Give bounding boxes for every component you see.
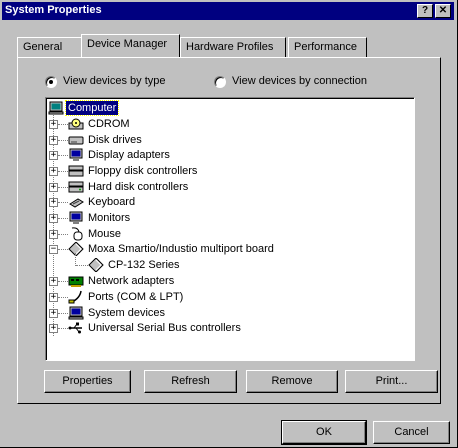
tab-device-manager-label: Device Manager <box>87 38 168 50</box>
tree-label-monitors: Monitors <box>88 212 131 224</box>
multiport-board-icon <box>68 242 84 256</box>
print-button[interactable]: Print... <box>345 370 438 393</box>
multiport-board-icon <box>88 258 104 272</box>
tab-performance-label: Performance <box>294 41 357 53</box>
tree-item-monitors[interactable]: + Monitors <box>46 211 406 226</box>
usb-icon <box>68 322 82 334</box>
tree-label-system-devices: System devices <box>88 307 166 319</box>
radio-unselected-indicator <box>214 76 226 88</box>
expand-mouse[interactable]: + <box>49 230 58 239</box>
title-bar[interactable]: System Properties ? ✕ <box>2 2 454 20</box>
network-adapter-icon <box>68 276 84 287</box>
collapse-moxa-multiport-board[interactable]: − <box>49 245 58 254</box>
tree-label-display-adapters: Display adapters <box>88 149 170 161</box>
tree-label-network-adapters: Network adapters <box>88 275 175 287</box>
view-by-connection-label: View devices by connection <box>232 75 367 87</box>
view-by-type-radio[interactable]: View devices by type <box>45 75 185 90</box>
tree-item-keyboard[interactable]: + Keyboard <box>46 195 406 210</box>
tree-label-ports: Ports (COM & LPT) <box>88 291 184 303</box>
port-icon <box>68 290 82 304</box>
cdrom-icon <box>68 118 84 130</box>
tree-item-network-adapters[interactable]: + Network adapters <box>46 274 406 289</box>
tree-item-mouse[interactable]: + Mouse <box>46 227 406 242</box>
tree-label-disk-drives: Disk drives <box>88 134 142 146</box>
view-by-connection-radio[interactable]: View devices by connection <box>214 75 394 90</box>
tree-item-moxa-multiport-board[interactable]: − Moxa Smartio/Industio multiport board <box>46 242 406 257</box>
expand-display-adapters[interactable]: + <box>49 151 58 160</box>
tab-general[interactable]: General <box>17 37 83 57</box>
tab-hardware-profiles-label: Hardware Profiles <box>186 41 274 53</box>
ok-button[interactable]: OK <box>281 420 367 445</box>
tree-item-cdrom[interactable]: + CDROM <box>46 117 406 132</box>
close-button[interactable]: ✕ <box>435 4 451 18</box>
computer-icon <box>48 101 64 115</box>
system-properties-window: System Properties ? ✕ General Device Man… <box>0 0 458 448</box>
device-tree[interactable]: Computer + CDROM + Disk drives + Display… <box>45 97 415 361</box>
help-button[interactable]: ? <box>417 4 433 18</box>
keyboard-icon <box>69 198 84 208</box>
refresh-button[interactable]: Refresh <box>144 370 237 393</box>
tree-item-display-adapters[interactable]: + Display adapters <box>46 148 406 163</box>
tree-item-system-devices[interactable]: + System devices <box>46 306 406 321</box>
tree-item-disk-drives[interactable]: + Disk drives <box>46 133 406 148</box>
expand-ports[interactable]: + <box>49 293 58 302</box>
tree-label-floppy-disk-controllers: Floppy disk controllers <box>88 165 198 177</box>
tab-hardware-profiles[interactable]: Hardware Profiles <box>180 37 286 57</box>
tree-label-hard-disk-controllers: Hard disk controllers <box>88 181 189 193</box>
tab-general-label: General <box>23 41 63 53</box>
expand-usb-controllers[interactable]: + <box>49 324 58 333</box>
tab-performance[interactable]: Performance <box>288 37 367 57</box>
cancel-button[interactable]: Cancel <box>373 421 450 444</box>
tree-item-computer[interactable]: Computer <box>48 100 248 116</box>
expand-network-adapters[interactable]: + <box>49 277 58 286</box>
tree-item-ports[interactable]: + Ports (COM & LPT) <box>46 290 406 305</box>
tree-label-mouse: Mouse <box>88 228 122 240</box>
tree-label-cp-132-series: CP-132 Series <box>108 259 180 271</box>
tree-item-floppy-disk-controllers[interactable]: + Floppy disk controllers <box>46 164 406 179</box>
tree-item-cp-132-series[interactable]: CP-132 Series <box>46 258 406 273</box>
expand-cdrom[interactable]: + <box>49 120 58 129</box>
view-by-type-label: View devices by type <box>63 75 166 87</box>
mouse-icon <box>71 227 83 241</box>
tree-label-computer: Computer <box>64 100 120 116</box>
window-title: System Properties <box>5 4 102 16</box>
expand-disk-drives[interactable]: + <box>49 136 58 145</box>
tree-label-moxa-multiport-board: Moxa Smartio/Industio multiport board <box>88 243 274 255</box>
tree-label-usb-controllers: Universal Serial Bus controllers <box>88 322 241 334</box>
expand-monitors[interactable]: + <box>49 214 58 223</box>
expand-keyboard[interactable]: + <box>49 198 58 207</box>
expand-hard-disk-controllers[interactable]: + <box>49 183 58 192</box>
system-device-icon <box>68 306 84 320</box>
monitor-icon <box>69 148 83 161</box>
properties-button[interactable]: Properties <box>44 370 131 393</box>
tree-item-usb-controllers[interactable]: + Universal Serial Bus controllers <box>46 321 406 336</box>
expand-floppy-disk-controllers[interactable]: + <box>49 167 58 176</box>
monitor-icon <box>69 211 83 224</box>
radio-selected-indicator <box>45 76 57 88</box>
floppy-controller-icon <box>68 165 84 177</box>
expand-system-devices[interactable]: + <box>49 309 58 318</box>
tree-item-hard-disk-controllers[interactable]: + Hard disk controllers <box>46 180 406 195</box>
tree-label-keyboard: Keyboard <box>88 196 136 208</box>
disk-drive-icon <box>68 136 84 145</box>
tree-label-cdrom: CDROM <box>88 118 130 130</box>
tab-device-manager[interactable]: Device Manager <box>81 34 180 57</box>
remove-button[interactable]: Remove <box>246 370 338 393</box>
hard-disk-controller-icon <box>68 181 84 193</box>
